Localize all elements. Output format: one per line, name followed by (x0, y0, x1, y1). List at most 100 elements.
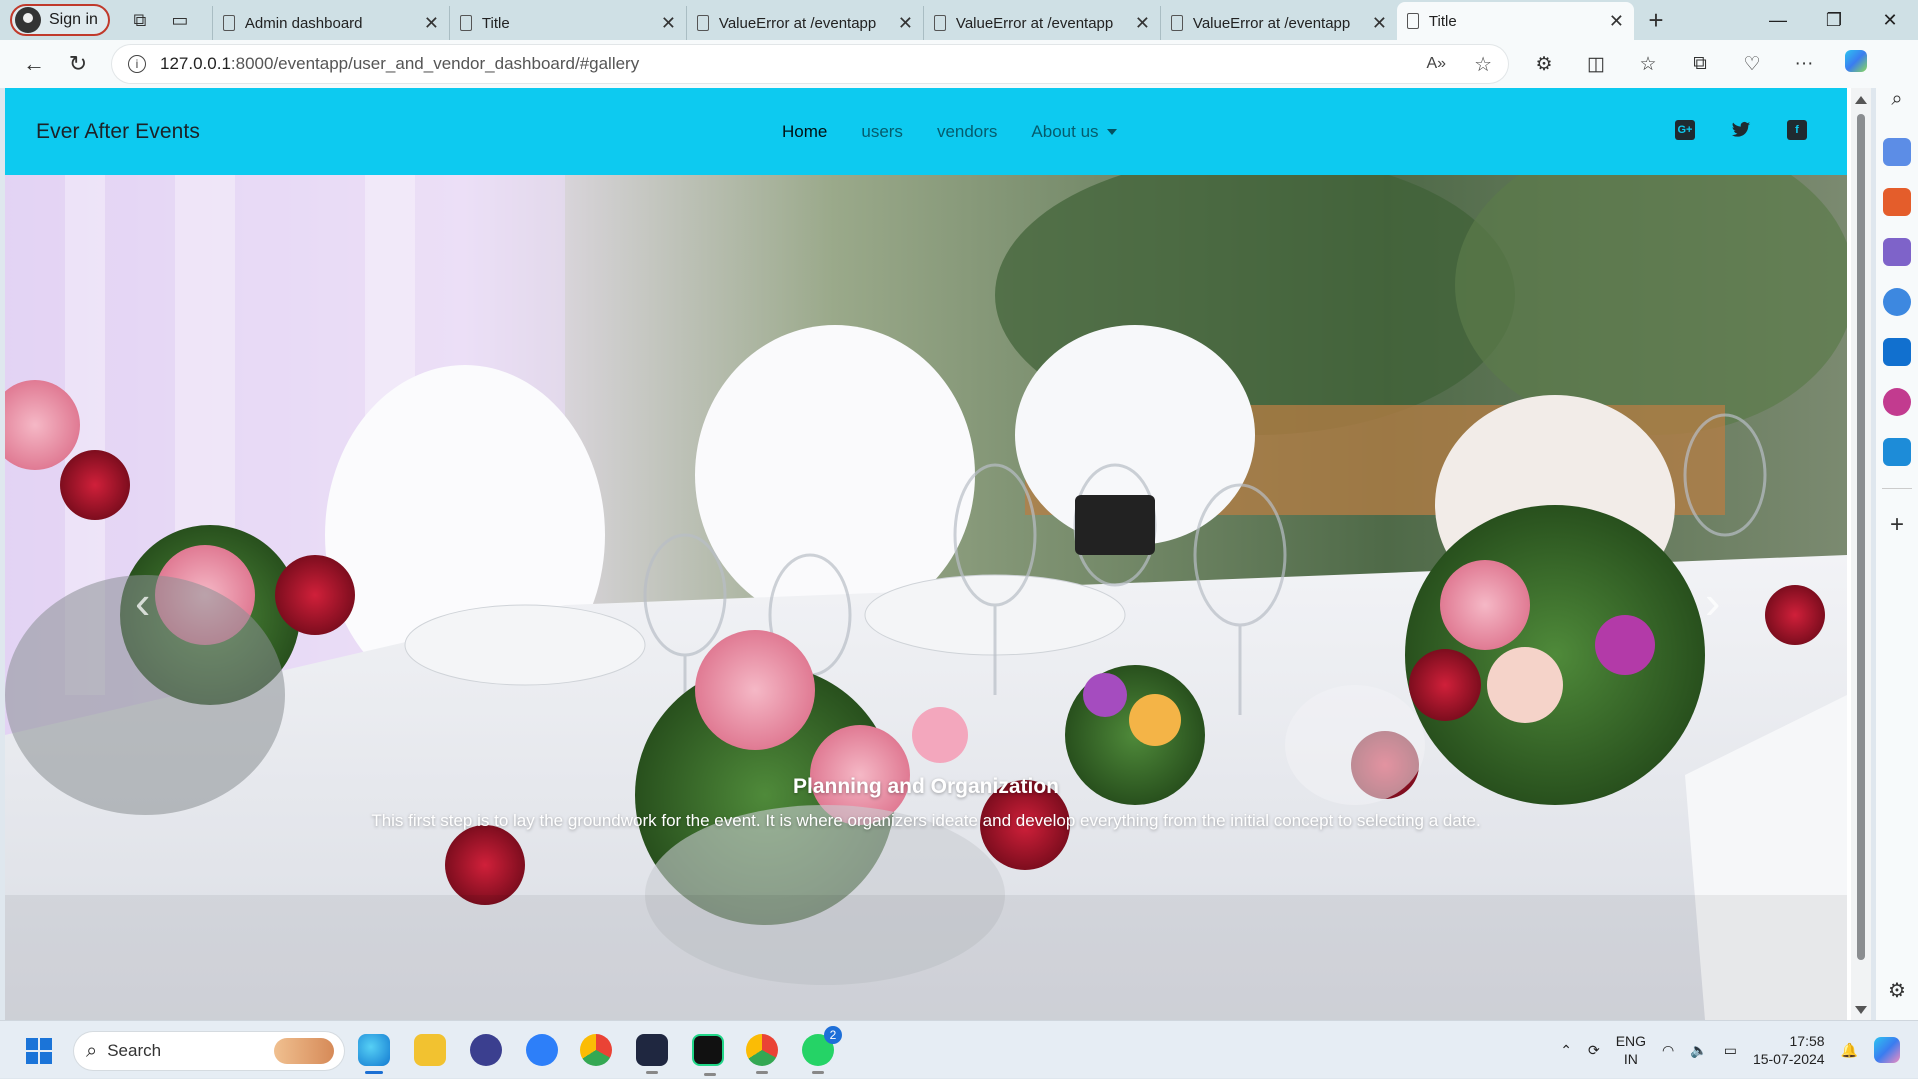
system-tray: ⌃ ⟳ ENG IN ◠ 🔈 ▭ 17:58 15-07-2024 🔔 (1560, 1021, 1918, 1079)
page-icon (1170, 15, 1183, 31)
page-icon (696, 15, 709, 31)
webstorm-icon[interactable] (636, 1034, 668, 1074)
sync-icon[interactable]: ⟳ (1588, 1042, 1600, 1059)
outlook-icon[interactable] (1883, 338, 1911, 366)
games-icon[interactable] (1883, 238, 1911, 266)
tab-title: ValueError at /eventapp (1192, 14, 1351, 32)
designer-icon[interactable] (1883, 388, 1911, 416)
add-icon[interactable]: + (1883, 511, 1911, 539)
favorites-icon[interactable]: ☆ (1622, 53, 1674, 76)
site-navbar: Ever After Events Home users vendors Abo… (5, 88, 1847, 175)
twitter-icon[interactable] (1731, 120, 1751, 140)
send-icon[interactable] (1883, 438, 1911, 466)
refresh-button[interactable]: ↻ (56, 44, 100, 84)
tab-title-1[interactable]: Title ✕ (448, 6, 686, 40)
start-button[interactable] (26, 1038, 52, 1064)
search-icon[interactable]: ⌕ (1883, 88, 1911, 116)
whatsapp-icon[interactable]: 2 (802, 1026, 842, 1074)
nav-users[interactable]: users (844, 122, 920, 142)
close-tab-icon[interactable]: ✕ (1609, 11, 1624, 32)
url-text[interactable]: 127.0.0.1:8000/eventapp/user_and_vendor_… (160, 54, 639, 74)
site-info-icon[interactable]: i (128, 55, 146, 73)
url-host: 127.0.0.1 (160, 54, 231, 73)
close-tab-icon[interactable]: ✕ (898, 13, 913, 34)
tab-valueerror-1[interactable]: ValueError at /eventapp ✕ (685, 6, 923, 40)
tools-icon[interactable] (1883, 188, 1911, 216)
pycharm-icon[interactable] (692, 1034, 724, 1076)
close-tab-icon[interactable]: ✕ (1135, 13, 1150, 34)
page-scrollbar[interactable] (1851, 88, 1871, 1020)
nav-vendors[interactable]: vendors (920, 122, 1014, 142)
read-aloud-icon[interactable]: A» (1426, 55, 1446, 73)
tab-title: Title (1428, 12, 1457, 30)
wifi-icon[interactable]: ◠ (1662, 1042, 1674, 1059)
tab-actions-icon[interactable]: ▭ (160, 4, 200, 36)
carousel-next-icon[interactable]: › (1705, 575, 1720, 629)
search-highlight-icon (274, 1038, 334, 1064)
chevron-up-icon[interactable]: ⌃ (1560, 1042, 1572, 1059)
workspaces-icon[interactable]: ⧉ (120, 4, 160, 36)
volume-icon[interactable]: 🔈 (1690, 1042, 1707, 1059)
split-screen-icon[interactable]: ◫ (1570, 53, 1622, 76)
carousel-prev-icon[interactable]: ‹ (135, 575, 150, 629)
social-links: G+ f (1675, 120, 1807, 140)
extensions-icon[interactable]: ⚙ (1518, 53, 1570, 76)
lang-bottom: IN (1623, 1051, 1638, 1067)
chrome-icon[interactable] (580, 1034, 612, 1066)
settings-gear-icon[interactable]: ⚙ (1883, 978, 1911, 1006)
page-icon (933, 15, 946, 31)
nav-about-dropdown[interactable]: About us (1014, 122, 1133, 142)
clock[interactable]: 17:58 15-07-2024 (1753, 1032, 1825, 1068)
nav-home[interactable]: Home (765, 122, 844, 142)
new-tab-button[interactable]: + (1634, 5, 1678, 36)
address-bar[interactable]: i 127.0.0.1:8000/eventapp/user_and_vendo… (112, 45, 1508, 83)
time: 17:58 (1789, 1033, 1825, 1049)
browser-essentials-icon[interactable]: ♡ (1726, 53, 1778, 76)
google-plus-icon[interactable]: G+ (1675, 120, 1695, 140)
close-tab-icon[interactable]: ✕ (424, 13, 439, 34)
copilot-taskbar-icon[interactable] (1874, 1037, 1900, 1063)
close-tab-icon[interactable]: ✕ (1372, 13, 1387, 34)
tab-valueerror-2[interactable]: ValueError at /eventapp ✕ (922, 6, 1160, 40)
copilot-icon[interactable] (1830, 50, 1882, 78)
tab-valueerror-3[interactable]: ValueError at /eventapp ✕ (1159, 6, 1397, 40)
caption-text: This first step is to lay the groundwork… (371, 811, 1481, 830)
sign-in-label: Sign in (49, 11, 98, 28)
edge-app-icon[interactable] (358, 1034, 390, 1074)
microsoft-365-icon[interactable] (1883, 288, 1911, 316)
collections-icon[interactable]: ⧉ (1674, 53, 1726, 75)
tab-title: ValueError at /eventapp (955, 14, 1114, 32)
tab-admin-dashboard[interactable]: Admin dashboard ✕ (211, 6, 449, 40)
brand-logo[interactable]: Ever After Events (36, 120, 200, 144)
battery-icon[interactable]: ▭ (1724, 1042, 1737, 1059)
taskbar-search[interactable]: ⌕ Search (74, 1032, 344, 1070)
tab-title: Admin dashboard (244, 14, 363, 32)
windows-taskbar: ⌕ Search 2 ⌃ ⟳ ENG IN ◠ 🔈 ▭ 17:58 15-07-20… (0, 1020, 1918, 1078)
caret-down-icon (1106, 129, 1117, 136)
language-indicator[interactable]: ENG IN (1616, 1032, 1646, 1068)
facebook-icon[interactable]: f (1787, 120, 1807, 140)
chrome-profile-icon[interactable] (746, 1034, 778, 1074)
zoom-icon[interactable] (526, 1034, 558, 1066)
shopping-icon[interactable] (1883, 138, 1911, 166)
back-button[interactable]: ← (12, 44, 56, 84)
tab-title: Title (481, 14, 510, 32)
page-viewport: Ever After Events Home users vendors Abo… (5, 88, 1871, 1020)
page-icon (459, 15, 472, 31)
caption-title: Planning and Organization (792, 775, 1059, 798)
scroll-down-icon[interactable] (1855, 1006, 1867, 1014)
scroll-up-icon[interactable] (1855, 96, 1867, 104)
favorite-star-icon[interactable]: ☆ (1474, 52, 1492, 77)
notification-bell-icon[interactable]: 🔔 (1841, 1042, 1858, 1059)
scrollbar-thumb[interactable] (1857, 114, 1865, 960)
tab-title-active[interactable]: Title ✕ (1396, 2, 1634, 40)
more-options-icon[interactable]: ··· (1778, 53, 1830, 75)
sign-in-button[interactable]: Sign in (10, 4, 110, 36)
restore-button[interactable]: ❐ (1806, 10, 1862, 31)
close-window-button[interactable]: ✕ (1862, 10, 1918, 31)
minimize-button[interactable]: — (1750, 10, 1806, 31)
app-icon[interactable] (470, 1034, 502, 1066)
search-icon: ⌕ (86, 1039, 98, 1062)
file-explorer-icon[interactable] (414, 1034, 446, 1066)
close-tab-icon[interactable]: ✕ (661, 13, 676, 34)
